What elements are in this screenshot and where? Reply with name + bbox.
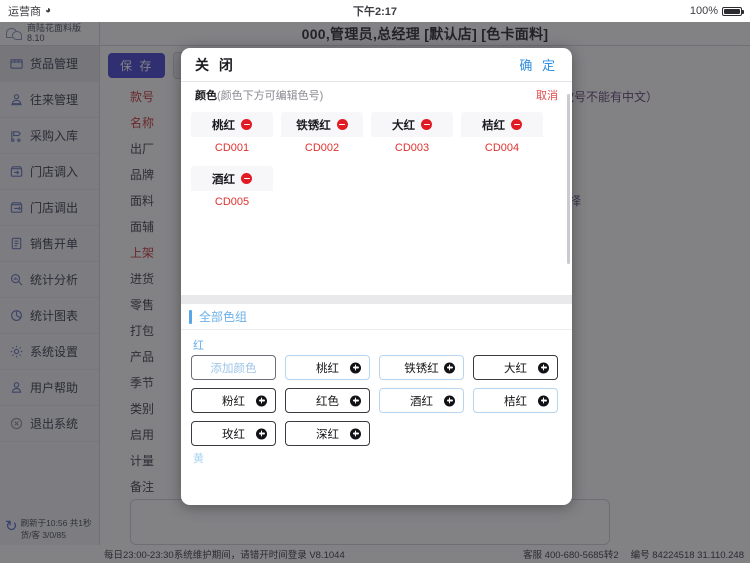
minus-circle-icon[interactable]: [336, 119, 348, 130]
battery-full-icon: [722, 6, 744, 16]
selected-color-chip: 铁锈红 CD002: [281, 112, 363, 158]
palette-item-label: 深红: [316, 428, 339, 441]
chip-header: 桃红: [191, 112, 273, 137]
chip-name: 桔红: [482, 119, 505, 132]
palette-item[interactable]: 玫红: [191, 421, 276, 446]
minus-circle-icon[interactable]: [421, 119, 432, 130]
status-time: 下午2:17: [352, 6, 398, 18]
minus-circle-icon[interactable]: [511, 119, 522, 130]
section-label: 颜色: [195, 90, 217, 102]
accent-bar: [189, 309, 192, 324]
selected-color-chip: 酒红 CD005: [191, 166, 273, 212]
chip-header: 大红: [371, 112, 453, 137]
chip-name: 铁锈红: [296, 119, 331, 132]
chip-code-input[interactable]: CD004: [461, 137, 543, 158]
minus-circle-icon[interactable]: [241, 119, 252, 130]
chip-code-input[interactable]: CD001: [191, 137, 273, 158]
battery-percent: 100%: [689, 5, 718, 17]
selected-colors-list: 桃红 CD001 铁锈红 CD002 大红 CD003 桔红 CD004 酒红 …: [181, 108, 572, 295]
palette-item[interactable]: 大红: [473, 355, 558, 380]
group-label-yellow: 黄: [193, 453, 204, 465]
selected-color-chip: 桃红 CD001: [191, 112, 273, 158]
add-color-label: 添加颜色: [210, 362, 257, 375]
chip-header: 铁锈红: [281, 112, 363, 137]
palette-item-label: 玫红: [222, 428, 245, 441]
chip-name: 桃红: [212, 119, 235, 132]
chip-name: 大红: [392, 119, 415, 132]
app-root: 运营商 ◕ 下午2:17 100% 商陆花面料版 8.10 000,管理员,总经…: [0, 0, 750, 563]
plus-circle-icon[interactable]: [256, 395, 267, 406]
chip-code-input[interactable]: CD003: [371, 137, 453, 158]
palette-item-label: 铁锈红: [404, 362, 439, 375]
chip-name: 酒红: [212, 173, 235, 186]
add-color-button[interactable]: 添加颜色: [191, 355, 276, 380]
plus-circle-icon[interactable]: [444, 362, 455, 373]
dialog-scrollbar[interactable]: [567, 94, 570, 264]
plus-circle-icon[interactable]: [350, 362, 361, 373]
palette-item-label: 桔红: [504, 395, 527, 408]
confirm-button[interactable]: 确 定: [519, 55, 558, 74]
section-title: 颜色(颜色下方可编辑色号): [195, 87, 323, 103]
selected-color-chip: 桔红 CD004: [461, 112, 543, 158]
palette-item[interactable]: 铁锈红: [379, 355, 464, 380]
plus-circle-icon[interactable]: [444, 395, 455, 406]
plus-circle-icon[interactable]: [538, 395, 549, 406]
all-groups-label: 全部色组: [199, 310, 248, 324]
close-button[interactable]: 关 闭: [195, 55, 236, 75]
palette-item[interactable]: 粉红: [191, 388, 276, 413]
ios-status-bar: 运营商 ◕ 下午2:17 100%: [0, 0, 750, 22]
palette-item-label: 大红: [504, 362, 527, 375]
selected-color-chip: 大红 CD003: [371, 112, 453, 158]
chip-header: 酒红: [191, 166, 273, 191]
palette-grid: 添加颜色 桃红 铁锈红 大红 粉红 红色 酒红 桔红 玫红 深红: [191, 355, 562, 446]
palette-item[interactable]: 深红: [285, 421, 370, 446]
palette-item[interactable]: 桃红: [285, 355, 370, 380]
plus-circle-icon[interactable]: [350, 395, 361, 406]
minus-circle-icon[interactable]: [241, 173, 252, 184]
palette-item-label: 粉红: [222, 395, 245, 408]
dialog-subheader: 颜色(颜色下方可编辑色号) 取消: [181, 82, 572, 108]
plus-circle-icon[interactable]: [256, 428, 267, 439]
palette-item-label: 桃红: [316, 362, 339, 375]
palette-item[interactable]: 红色: [285, 388, 370, 413]
palette-item[interactable]: 酒红: [379, 388, 464, 413]
status-right: 100%: [689, 5, 744, 17]
palette-item-label: 红色: [316, 395, 339, 408]
chip-code-input[interactable]: CD002: [281, 137, 363, 158]
dialog-header: 关 闭 确 定: [181, 48, 572, 82]
cancel-button[interactable]: 取消: [536, 87, 558, 103]
plus-circle-icon[interactable]: [350, 428, 361, 439]
palette-body: 红 添加颜色 桃红 铁锈红 大红 粉红 红色 酒红 桔红 玫红 深红 黄: [181, 330, 572, 505]
palette-item[interactable]: 桔红: [473, 388, 558, 413]
chip-header: 桔红: [461, 112, 543, 137]
all-groups-header[interactable]: 全部色组: [181, 304, 572, 330]
section-divider: [181, 295, 572, 304]
palette-item-label: 酒红: [410, 395, 433, 408]
chip-code-input[interactable]: CD005: [191, 191, 273, 212]
plus-circle-icon[interactable]: [538, 362, 549, 373]
group-label-red: 红: [193, 340, 204, 352]
section-hint: (颜色下方可编辑色号): [217, 90, 324, 102]
color-picker-dialog: 关 闭 确 定 颜色(颜色下方可编辑色号) 取消 桃红 CD001 铁锈红 CD…: [181, 48, 572, 505]
